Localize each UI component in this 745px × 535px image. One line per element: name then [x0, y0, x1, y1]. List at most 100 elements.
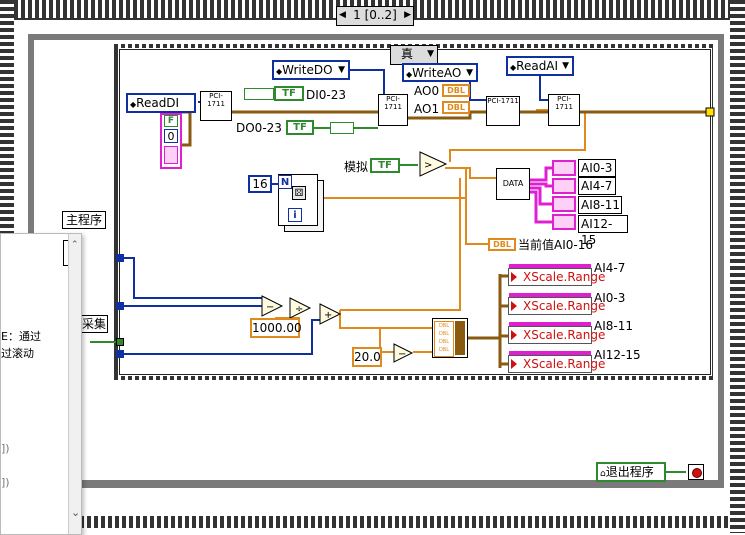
- ao1-dbl-text: DBL: [447, 103, 465, 112]
- ai8-11-text: AI8-11: [581, 198, 620, 212]
- sixteen-text: 16: [252, 177, 268, 191]
- index-zero-text: 0: [167, 130, 175, 143]
- svg-text:>: >: [424, 160, 432, 171]
- bundle-node[interactable]: DBL DBL DBL DBL: [432, 318, 468, 358]
- xscale-target-ai8-11: AI8-11: [594, 319, 633, 333]
- di-bool-array: [244, 88, 274, 100]
- svg-text:÷: ÷: [295, 304, 303, 315]
- for-loop-n-terminal: N: [278, 175, 292, 189]
- thousand-constant[interactable]: 1000.00: [250, 318, 302, 338]
- read-ai-dropdown-icon[interactable]: ▼: [562, 58, 569, 74]
- main-program-text: 主程序: [65, 213, 102, 227]
- xscale-range-ai12-15[interactable]: XScale.Range: [508, 351, 605, 373]
- side-panel-text1: E：通过: [1, 330, 41, 343]
- read-di-label: ReadDI: [136, 96, 180, 110]
- wires-layer: − ÷ + − >: [90, 66, 715, 368]
- side-panel-window[interactable]: } E：通过 过滚动 ]) ]) ⌃ ⌄: [0, 233, 82, 535]
- ai12-15-indicator-icon: [552, 214, 576, 230]
- scroll-down-icon[interactable]: ⌄: [71, 506, 80, 519]
- data-label: DATA: [502, 179, 524, 188]
- xscale-range-ai8-11[interactable]: XScale.Range: [508, 322, 605, 344]
- simulate-tf-text: TF: [378, 160, 392, 171]
- ai0-3-indicator-icon: [552, 160, 576, 176]
- random-dice-icon: ⚄: [292, 186, 306, 200]
- stop-condition-icon[interactable]: [688, 464, 704, 480]
- svg-text:+: +: [324, 310, 332, 321]
- write-ao-dropdown-icon[interactable]: ▼: [466, 65, 473, 81]
- ai4-7-indicator-icon: [552, 178, 576, 194]
- do-constant-tf[interactable]: TF: [286, 120, 314, 135]
- pci-1711-ao-vi[interactable]: PCI-1711: [486, 96, 520, 126]
- side-panel-bracket2: ]): [1, 476, 10, 489]
- scroll-up-icon[interactable]: ⌃: [71, 240, 79, 250]
- read-di-control[interactable]: ◆ReadDI: [126, 93, 196, 113]
- ao1-label: AO1: [414, 102, 440, 116]
- sixteen-constant[interactable]: 16: [248, 175, 272, 193]
- xscale-range-ai4-7-text: XScale.Range: [523, 270, 606, 284]
- pci-1711-di-vi[interactable]: PCI-1711: [200, 91, 232, 121]
- data-index-array-node[interactable]: DATA: [496, 168, 530, 200]
- di-label: DI0-23: [306, 88, 347, 102]
- do-bool-array: [330, 122, 354, 134]
- twenty-text: 20.0: [354, 350, 381, 364]
- do-label: DO0-23: [236, 121, 282, 135]
- for-loop-i-terminal: i: [288, 208, 302, 222]
- current-ai-label: 当前值AI0-16: [518, 238, 593, 252]
- xscale-target-ai0-3: AI0-3: [594, 291, 626, 305]
- ai4-7-label: AI4-7: [578, 177, 616, 195]
- index-zero-constant[interactable]: 0: [164, 129, 178, 143]
- write-do-dropdown-icon[interactable]: ▼: [338, 62, 345, 78]
- ao1-dbl-control[interactable]: DBL: [442, 101, 470, 114]
- write-do-control[interactable]: ◆WriteDO ▼: [272, 60, 350, 80]
- di-indicator-tf: TF: [274, 86, 304, 101]
- ai0-3-label: AI0-3: [578, 159, 616, 177]
- pci-1711-do-vi[interactable]: PCI-1711: [378, 94, 408, 126]
- acquire-text: 采集: [81, 317, 106, 331]
- xscale-range-ai12-15-text: XScale.Range: [523, 357, 606, 371]
- acquire-label: 采集: [80, 315, 108, 333]
- current-ai-indicator: DBL: [488, 238, 516, 251]
- xscale-target-ai4-7: AI4-7: [594, 261, 626, 275]
- read-ai-label: ReadAI: [516, 59, 559, 73]
- ai4-7-text: AI4-7: [581, 179, 613, 193]
- ai8-11-indicator-icon: [552, 196, 576, 212]
- simulate-tf-control[interactable]: TF: [370, 158, 400, 173]
- thousand-text: 1000.00: [252, 321, 302, 335]
- bool-f-text: F: [167, 116, 175, 126]
- pci-1711-do-label: PCI-1711: [384, 95, 402, 111]
- write-do-label: WriteDO: [282, 63, 333, 77]
- side-panel-text2: 过滚动: [1, 347, 34, 360]
- xscale-range-ai4-7[interactable]: XScale.Range: [508, 264, 605, 286]
- pci-1711-ao-label: PCI-1711: [487, 97, 519, 105]
- xscale-range-ai8-11-text: XScale.Range: [523, 328, 606, 342]
- tunnel-blue-bottom: [116, 350, 124, 358]
- xscale-range-ai0-3[interactable]: XScale.Range: [508, 293, 605, 315]
- side-panel-scrollbar[interactable]: ⌃ ⌄: [68, 234, 81, 534]
- for-loop-i-text: i: [293, 210, 297, 221]
- tunnel-acquire: [116, 302, 124, 310]
- ao0-dbl-text: DBL: [447, 86, 465, 95]
- svg-text:−: −: [266, 302, 274, 313]
- ai8-11-label: AI8-11: [578, 196, 622, 214]
- pci-1711-ai-vi[interactable]: PCI-1711: [548, 94, 580, 126]
- di-tf-text: TF: [282, 88, 296, 99]
- pci-1711-di-label: PCI-1711: [207, 92, 225, 108]
- simulate-label: 模拟: [344, 160, 369, 174]
- exit-wire: [666, 471, 686, 473]
- twenty-constant[interactable]: 20.0: [352, 347, 382, 367]
- xscale-target-ai12-15: AI12-15: [594, 348, 641, 362]
- ai0-3-text: AI0-3: [581, 161, 613, 175]
- xscale-range-ai0-3-text: XScale.Range: [523, 299, 606, 313]
- exit-program-text: 退出程序: [605, 465, 654, 479]
- read-ai-control[interactable]: ◆ReadAI ▼: [506, 56, 574, 76]
- main-program-label: 主程序: [62, 211, 106, 229]
- tunnel-bool: [116, 338, 124, 346]
- write-ao-control[interactable]: ◆WriteAO ▼: [402, 63, 478, 82]
- tunnel-main: [116, 254, 124, 262]
- bool-f-constant[interactable]: F: [164, 115, 178, 127]
- ao0-dbl-control[interactable]: DBL: [442, 84, 470, 97]
- exit-program-terminal[interactable]: ⌂退出程序: [596, 462, 666, 482]
- for-loop-n-text: N: [280, 177, 290, 188]
- svg-text:−: −: [398, 349, 406, 360]
- do-tf-text: TF: [293, 122, 307, 133]
